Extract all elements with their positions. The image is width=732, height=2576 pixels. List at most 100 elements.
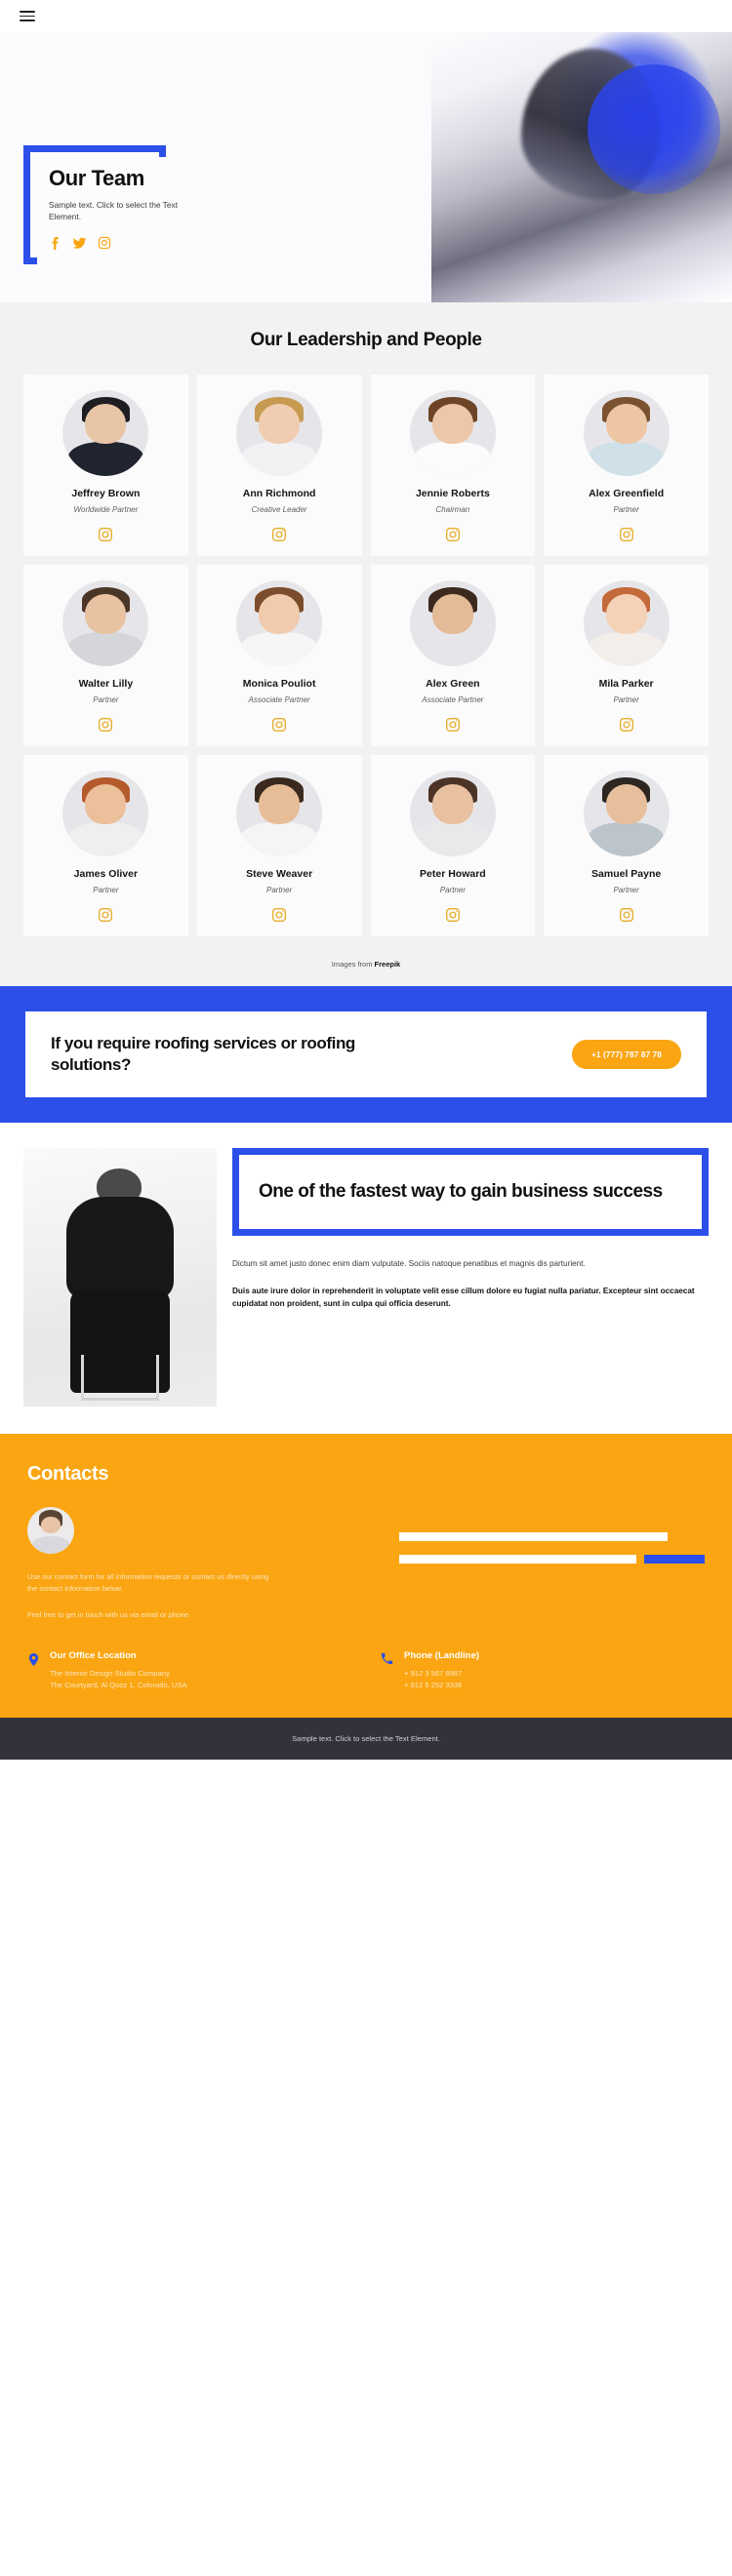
contact-submit-button[interactable]: [644, 1554, 705, 1564]
image-credits: Images from Freepik: [0, 950, 732, 986]
contact-name-input[interactable]: [398, 1531, 669, 1541]
avatar: [409, 580, 496, 666]
credits-prefix: Images from: [331, 960, 375, 969]
footer: Sample text. Click to select the Text El…: [0, 1717, 732, 1760]
team-member-card[interactable]: Alex Green Associate Partner: [370, 565, 536, 746]
avatar: [583, 771, 670, 856]
team-member-card[interactable]: Steve Weaver Partner: [196, 755, 362, 936]
team-member-name: Steve Weaver: [246, 868, 313, 880]
success-section: One of the fastest way to gain business …: [0, 1122, 732, 1407]
avatar: [583, 580, 670, 666]
team-member-name: Alex Greenfield: [589, 488, 665, 499]
team-member-role: Associate Partner: [422, 695, 484, 704]
team-member-card[interactable]: Peter Howard Partner: [370, 755, 536, 936]
team-member-name: Samuel Payne: [591, 868, 662, 880]
success-paragraph: Dictum sit amet justo donec enim diam vu…: [232, 1259, 586, 1269]
hero-social-links: [49, 236, 201, 251]
team-member-card[interactable]: James Oliver Partner: [23, 755, 188, 936]
facebook-icon[interactable]: [49, 236, 61, 251]
contacts-section: Contacts Use our contact form for all in…: [0, 1433, 732, 1718]
avatar: [62, 580, 149, 666]
team-member-name: Walter Lilly: [78, 678, 134, 690]
top-bar: [0, 0, 732, 32]
contact-office-line1: The Interior Design Studio Company: [50, 1669, 170, 1679]
instagram-icon[interactable]: [31, 907, 181, 923]
team-member-role: Partner: [93, 886, 119, 894]
contact-phone-title: Phone (Landline): [404, 1650, 480, 1662]
credits-link[interactable]: Freepik: [375, 960, 401, 969]
success-heading: One of the fastest way to gain business …: [259, 1180, 663, 1202]
avatar: [409, 771, 496, 856]
twitter-icon[interactable]: [72, 236, 87, 251]
team-member-card[interactable]: Alex Greenfield Partner: [544, 375, 709, 556]
team-member-role: Partner: [613, 886, 639, 894]
hamburger-menu-icon[interactable]: [20, 11, 35, 21]
team-member-card[interactable]: Samuel Payne Partner: [544, 755, 709, 936]
team-member-card[interactable]: Jeffrey Brown Worldwide Partner: [23, 375, 188, 556]
instagram-icon[interactable]: [379, 717, 528, 733]
team-member-role: Creative Leader: [251, 505, 307, 514]
hero-title: Our Team: [49, 166, 144, 190]
contact-phone-line2: + 912 5 252 3336: [404, 1681, 463, 1690]
contacts-intro-second: Feel free to get in touch with us via em…: [27, 1609, 189, 1619]
team-member-role: Partner: [93, 695, 119, 704]
team-member-role: Partner: [613, 695, 639, 704]
team-member-name: Mila Parker: [598, 678, 654, 690]
team-member-role: Partner: [439, 886, 466, 894]
instagram-icon[interactable]: [31, 717, 181, 733]
team-member-card[interactable]: Jennie Roberts Chairman: [370, 375, 536, 556]
instagram-icon[interactable]: [551, 527, 701, 542]
instagram-icon[interactable]: [205, 907, 354, 923]
team-grid: Jeffrey Brown Worldwide Partner Ann Richmo…: [23, 375, 709, 936]
team-member-name: Alex Green: [426, 678, 480, 690]
hero-photo: [431, 32, 732, 302]
contact-form: [398, 1507, 705, 1622]
contact-office-title: Our Office Location: [50, 1650, 137, 1662]
contact-email-input[interactable]: [398, 1554, 636, 1564]
avatar: [583, 390, 670, 476]
footer-text: Sample text. Click to select the Text El…: [292, 1733, 440, 1743]
instagram-icon[interactable]: [31, 527, 181, 542]
hero-section: Our Team Sample text. Click to select th…: [0, 32, 732, 302]
success-paragraph-bold: Duis aute irure dolor in reprehenderit i…: [232, 1286, 695, 1309]
team-member-name: Peter Howard: [420, 868, 486, 880]
avatar: [236, 390, 323, 476]
team-section: Our Leadership and People Jeffrey Brown W…: [0, 302, 732, 950]
team-member-card[interactable]: Mila Parker Partner: [544, 565, 709, 746]
team-member-name: Monica Pouliot: [242, 678, 316, 690]
team-member-role: Worldwide Partner: [73, 505, 139, 514]
team-member-card[interactable]: Ann Richmond Creative Leader: [196, 375, 362, 556]
cta-card: If you require roofing services or roofi…: [25, 1011, 707, 1097]
team-member-card[interactable]: Walter Lilly Partner: [23, 565, 188, 746]
team-member-card[interactable]: Monica Pouliot Associate Partner: [196, 565, 362, 746]
team-member-role: Associate Partner: [248, 695, 310, 704]
cta-section: If you require roofing services or roofi…: [0, 986, 732, 1123]
instagram-icon[interactable]: [379, 527, 528, 542]
cta-phone-button[interactable]: +1 (777) 787 87 78: [571, 1039, 681, 1069]
avatar: [236, 580, 323, 666]
contact-person-avatar: [27, 1506, 74, 1554]
instagram-icon[interactable]: [379, 907, 528, 923]
location-pin-icon: [27, 1651, 40, 1673]
avatar: [62, 390, 149, 476]
instagram-icon[interactable]: [205, 527, 354, 542]
avatar: [236, 771, 323, 856]
instagram-icon[interactable]: [98, 236, 111, 250]
avatar: [409, 390, 496, 476]
instagram-icon[interactable]: [205, 717, 354, 733]
contacts-intro: Use our contact form for all information…: [27, 1571, 269, 1594]
contact-info-columns: Our Office Location The Interior Design …: [27, 1650, 705, 1691]
instagram-icon[interactable]: [551, 717, 701, 733]
phone-icon: [380, 1651, 394, 1671]
contact-office-line2: The Courtyard, Al Quoz 1, Colorado, USA: [50, 1681, 187, 1690]
team-member-name: James Oliver: [73, 868, 139, 880]
team-member-name: Ann Richmond: [242, 488, 316, 499]
team-member-role: Chairman: [435, 505, 470, 514]
team-member-name: Jeffrey Brown: [71, 488, 141, 499]
team-member-role: Partner: [266, 886, 293, 894]
success-photo: [23, 1147, 217, 1407]
contact-block-phone: Phone (Landline) + 912 3 567 8987 + 912 …: [380, 1650, 705, 1691]
team-heading: Our Leadership and People: [250, 330, 482, 350]
hero-card: Our Team Sample text. Click to select th…: [37, 157, 213, 264]
instagram-icon[interactable]: [551, 907, 701, 923]
